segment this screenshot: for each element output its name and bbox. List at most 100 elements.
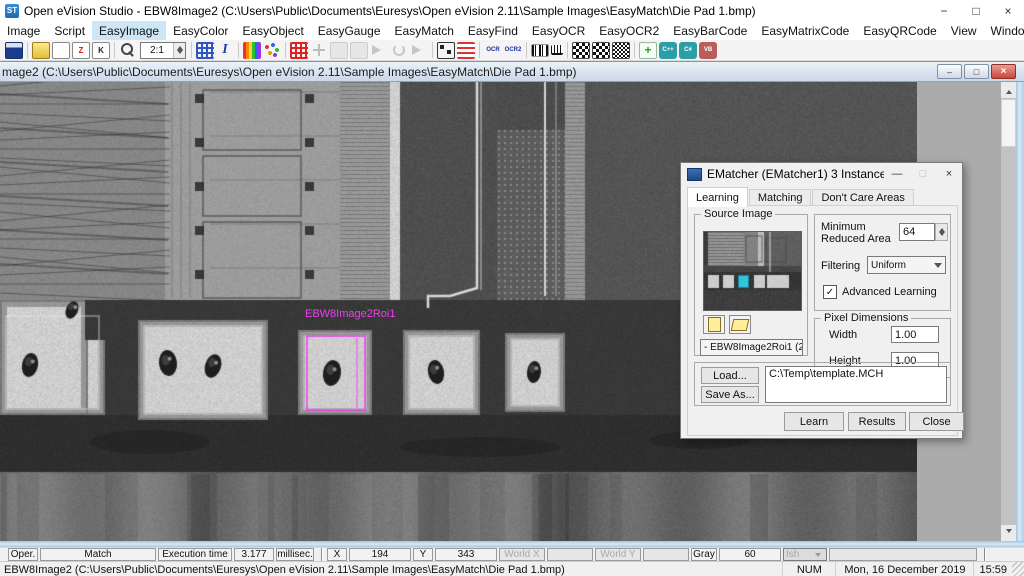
barcode-small-icon[interactable] xyxy=(551,45,563,55)
toolbar-separator xyxy=(27,42,28,58)
menu-easyobject[interactable]: EasyObject xyxy=(235,21,310,40)
menu-easyqrcode[interactable]: EasyQRCode xyxy=(856,21,943,40)
menu-easyocr[interactable]: EasyOCR xyxy=(525,21,592,40)
menu-easyocr2[interactable]: EasyOCR2 xyxy=(592,21,666,40)
y-label: Y xyxy=(413,548,433,561)
status-date: Mon, 16 December 2019 xyxy=(835,562,973,576)
pattern-squares-icon[interactable] xyxy=(437,42,455,59)
ematcher-title-bar[interactable]: EMatcher (EMatcher1) 3 Instance(s) F... … xyxy=(681,163,962,185)
menu-easyimage[interactable]: EasyImage xyxy=(92,21,166,40)
advanced-learning-checkbox[interactable]: ✓ Advanced Learning xyxy=(823,285,937,299)
world-y-label: World Y xyxy=(595,548,641,561)
menu-easygauge[interactable]: EasyGauge xyxy=(311,21,388,40)
vb-icon[interactable]: VB xyxy=(699,42,717,59)
status-text: EBW8Image2 (C:\Users\Public\Documents\Eu… xyxy=(0,564,782,576)
source-image-thumbnail[interactable] xyxy=(703,231,802,311)
image-window-close-button[interactable]: × xyxy=(991,64,1016,79)
zoom-ratio-spinner[interactable] xyxy=(173,43,185,58)
roi-selector-value: - EBW8Image2Roi1 (233, xyxy=(704,342,803,353)
load-button[interactable]: Load... xyxy=(701,367,759,384)
open-folder-icon xyxy=(731,319,750,331)
csharp-icon[interactable]: C# xyxy=(679,42,697,59)
toolbar-separator xyxy=(479,42,480,58)
menu-easymatrixcode[interactable]: EasyMatrixCode xyxy=(754,21,856,40)
vertical-scrollbar[interactable] xyxy=(1001,82,1016,541)
source-image-group: Source Image - EBW8Image2Roi1 (233, xyxy=(694,214,808,356)
coordinate-bar: Oper.MatchExecution time3.177millisec.X1… xyxy=(0,547,1024,561)
barcode-icon[interactable] xyxy=(531,44,549,57)
add-green-icon[interactable]: + xyxy=(639,42,657,59)
execution-time-value: 3.177 xyxy=(234,548,274,561)
open-template-button[interactable] xyxy=(729,315,751,334)
close-dialog-button[interactable]: Close xyxy=(909,412,964,431)
menu-easybarcode[interactable]: EasyBarCode xyxy=(666,21,754,40)
matrixcode-icon[interactable] xyxy=(572,42,590,59)
scroll-up-icon[interactable] xyxy=(1001,82,1016,98)
new-template-button[interactable] xyxy=(703,315,725,334)
matrixcode2-icon[interactable] xyxy=(592,42,610,59)
ematcher-icon xyxy=(687,168,702,181)
red-grid-icon[interactable] xyxy=(290,42,308,59)
min-reduced-area-input[interactable]: 64 xyxy=(899,223,935,241)
rotate-gray-icon xyxy=(390,42,408,59)
scrollbar-thumb[interactable] xyxy=(1001,99,1016,147)
image-window-restore-button[interactable]: □ xyxy=(964,64,989,79)
minimize-button[interactable]: − xyxy=(928,0,960,21)
menu-view[interactable]: View xyxy=(944,21,984,40)
millisec-label: millisec. xyxy=(276,548,314,561)
italic-i-icon[interactable]: I xyxy=(216,42,234,59)
image-window-minimize-button[interactable]: – xyxy=(937,64,962,79)
menu-easycolor[interactable]: EasyColor xyxy=(166,21,235,40)
ematcher-dialog: EMatcher (EMatcher1) 3 Instance(s) F... … xyxy=(680,162,963,439)
ematcher-close-icon[interactable]: × xyxy=(936,163,962,185)
filtering-label: Filtering xyxy=(821,260,860,272)
grid-icon[interactable] xyxy=(196,42,214,59)
resize-grip[interactable] xyxy=(1012,562,1024,576)
save-icon[interactable] xyxy=(5,42,23,59)
qrcode-icon[interactable] xyxy=(612,42,630,59)
advanced-learning-label: Advanced Learning xyxy=(842,286,937,298)
magnifier-icon[interactable] xyxy=(119,42,137,59)
spinner-up-icon[interactable] xyxy=(939,225,945,232)
filtering-combo[interactable]: Uniform xyxy=(867,256,946,274)
min-reduced-area-stepper[interactable] xyxy=(935,223,948,241)
zoom-ratio-combo[interactable]: 2:1 xyxy=(140,42,186,59)
image-k-icon[interactable]: K xyxy=(92,42,110,59)
menu-easymatch[interactable]: EasyMatch xyxy=(388,21,461,40)
move-icon xyxy=(310,42,328,59)
world-x-label: World X xyxy=(499,548,545,561)
close-button[interactable]: × xyxy=(992,0,1024,21)
ocr-icon[interactable]: OCR xyxy=(484,42,502,59)
toolbar-separator xyxy=(432,42,433,58)
roi-selector-combo[interactable]: - EBW8Image2Roi1 (233, xyxy=(700,339,803,356)
maximize-button[interactable]: □ xyxy=(960,0,992,21)
template-path-field[interactable]: C:\Temp\template.MCH xyxy=(765,366,947,403)
results-button[interactable]: Results xyxy=(848,412,906,431)
red-x-grid-icon[interactable] xyxy=(457,42,475,59)
cpp-icon[interactable]: C++ xyxy=(659,42,677,59)
new-image-icon[interactable] xyxy=(52,42,70,59)
image-window-title: mage2 (C:\Users\Public\Documents\Euresys… xyxy=(2,65,576,79)
width-input[interactable]: 1.00 xyxy=(891,326,939,343)
color-dots-icon[interactable] xyxy=(263,42,281,59)
roi-label: EBW8Image2Roi1 xyxy=(305,308,396,320)
open-image-icon[interactable] xyxy=(32,42,50,59)
menu-script[interactable]: Script xyxy=(47,21,92,40)
spinner-down-icon[interactable] xyxy=(939,232,945,239)
learn-button[interactable]: Learn xyxy=(784,412,844,431)
toolbar-separator xyxy=(634,42,635,58)
ocr2-icon[interactable]: OCR2 xyxy=(504,42,522,59)
image-window-title-bar[interactable]: mage2 (C:\Users\Public\Documents\Euresys… xyxy=(0,61,1024,82)
scroll-down-icon[interactable] xyxy=(1001,525,1016,541)
page-gray2-icon xyxy=(350,42,368,59)
image-z-icon[interactable]: Z xyxy=(72,42,90,59)
gray-label: Gray xyxy=(691,548,717,561)
menu-image[interactable]: Image xyxy=(0,21,47,40)
ematcher-minimize-button[interactable]: — xyxy=(884,163,910,185)
menu-window[interactable]: Window xyxy=(984,21,1024,40)
coordbar-separator xyxy=(321,548,322,561)
menu-easyfind[interactable]: EasyFind xyxy=(461,21,525,40)
palette-icon[interactable] xyxy=(243,42,261,59)
tab-learning[interactable]: Learning xyxy=(687,187,748,207)
save-as-button[interactable]: Save As... xyxy=(701,386,759,403)
